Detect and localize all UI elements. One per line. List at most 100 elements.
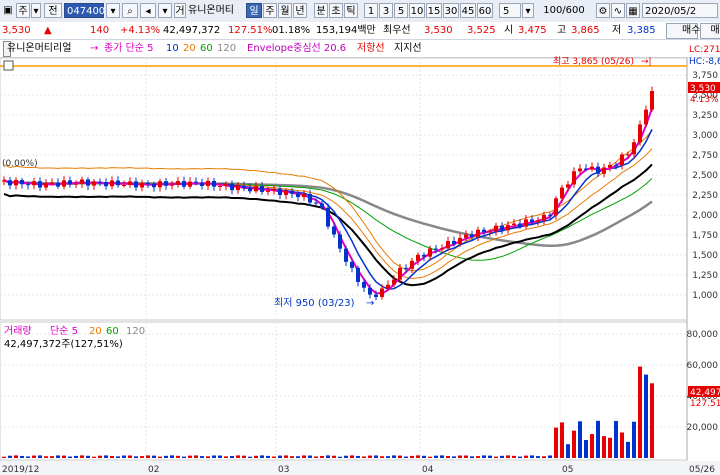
volume-bars bbox=[2, 366, 654, 458]
volume-label[interactable]: 거래량 bbox=[4, 325, 32, 337]
volume-bar bbox=[446, 456, 450, 458]
candle-body bbox=[530, 219, 534, 223]
candle-body bbox=[368, 287, 372, 295]
candle-body bbox=[242, 185, 246, 188]
volume-bar bbox=[188, 455, 192, 458]
candle-body bbox=[386, 284, 390, 289]
candle-body bbox=[164, 181, 168, 186]
candle-body bbox=[398, 267, 402, 280]
candle-body bbox=[200, 182, 204, 186]
volume-ma-label[interactable]: 단순 5 bbox=[50, 325, 78, 337]
volume-bar bbox=[254, 455, 258, 458]
price-panel-frame bbox=[0, 57, 688, 321]
candle-body bbox=[458, 237, 462, 245]
candle-body bbox=[344, 248, 348, 262]
candle-body bbox=[638, 124, 642, 143]
volume-bar bbox=[644, 374, 648, 458]
volume-bar bbox=[554, 427, 558, 458]
candle-body bbox=[152, 183, 156, 188]
y-tick-label: 2,750 bbox=[692, 151, 718, 161]
volume-bar bbox=[650, 383, 654, 458]
volume-bar bbox=[536, 456, 540, 458]
candle-body bbox=[206, 180, 210, 186]
volume-bar bbox=[200, 456, 204, 458]
volume-bar bbox=[470, 456, 474, 458]
volume-bar bbox=[368, 455, 372, 458]
volume-bar bbox=[602, 436, 606, 458]
volume-bar bbox=[596, 420, 600, 458]
volume-bar bbox=[14, 455, 18, 458]
candle-body bbox=[92, 181, 96, 186]
candle-body bbox=[218, 185, 222, 187]
volume-bar bbox=[542, 456, 546, 458]
candle-body bbox=[182, 181, 186, 187]
volume-bar bbox=[482, 455, 486, 458]
volume-bar bbox=[506, 455, 510, 458]
price-chart[interactable]: 최고 3,865 (05/26) →| (0.00%) 최저 950 (03/2… bbox=[0, 0, 720, 475]
volume-bar bbox=[236, 455, 240, 458]
volume-bar bbox=[386, 456, 390, 458]
candle-body bbox=[56, 182, 60, 187]
candle-body bbox=[482, 229, 486, 233]
candle-body bbox=[560, 187, 564, 199]
candle-body bbox=[584, 168, 588, 170]
candle-body bbox=[8, 180, 12, 186]
volume-bar bbox=[2, 456, 6, 458]
candle-body bbox=[188, 181, 192, 187]
candle-body bbox=[332, 226, 336, 235]
x-tick-label: 02 bbox=[148, 465, 159, 475]
volume-bar bbox=[626, 441, 630, 458]
candle-body bbox=[620, 154, 624, 166]
volume-bar bbox=[404, 456, 408, 458]
candle-body bbox=[542, 214, 546, 221]
volume-bar bbox=[560, 422, 564, 458]
volume-bar bbox=[230, 456, 234, 458]
low-arrow-icon: → bbox=[366, 298, 374, 309]
volume-bar bbox=[344, 455, 348, 458]
volume-bar bbox=[134, 456, 138, 458]
y-tick-label: 1,000 bbox=[692, 291, 718, 301]
volume-tick-label: 20,000 bbox=[687, 423, 719, 433]
candle-body bbox=[140, 183, 144, 188]
volume-bar bbox=[260, 455, 264, 458]
candle-body bbox=[524, 219, 528, 227]
volume-ma-120[interactable]: 120 bbox=[126, 326, 145, 337]
y-tick-label: 3,250 bbox=[692, 111, 718, 121]
volume-bar bbox=[638, 366, 642, 458]
volume-ma-20[interactable]: 20 bbox=[89, 326, 102, 337]
candle-body bbox=[362, 281, 366, 288]
candle-body bbox=[356, 267, 360, 282]
x-tick-label: 05/26 bbox=[689, 465, 715, 475]
candle-body bbox=[572, 171, 576, 185]
candle-body bbox=[272, 188, 276, 191]
volume-bar bbox=[530, 455, 534, 458]
volume-bar bbox=[302, 455, 306, 458]
volume-bar bbox=[122, 455, 126, 458]
volume-bar bbox=[392, 455, 396, 458]
candle-body bbox=[626, 154, 630, 156]
volume-bar bbox=[416, 455, 420, 458]
volume-bar bbox=[272, 456, 276, 458]
candle-body bbox=[446, 240, 450, 249]
volume-bar bbox=[86, 455, 90, 458]
volume-bar bbox=[458, 455, 462, 458]
volume-bar bbox=[290, 456, 294, 458]
panel-toggle-icon[interactable] bbox=[3, 60, 14, 71]
volume-bar bbox=[284, 455, 288, 458]
candle-body bbox=[50, 182, 54, 184]
volume-ma-60[interactable]: 60 bbox=[106, 326, 119, 337]
volume-bar bbox=[194, 455, 198, 458]
candle-body bbox=[104, 181, 108, 187]
candle-body bbox=[374, 294, 378, 297]
candle-body bbox=[536, 220, 540, 223]
y-tick-label: 3,750 bbox=[692, 71, 718, 81]
candle-body bbox=[596, 166, 600, 174]
lc-value: LC:271, bbox=[689, 45, 720, 55]
volume-bar bbox=[140, 456, 144, 458]
volume-bar bbox=[296, 456, 300, 458]
volume-y-axis: 80,00060,00040,00020,000 bbox=[687, 330, 719, 433]
volume-bar bbox=[590, 434, 594, 458]
y-tick-label: 2,000 bbox=[692, 211, 718, 221]
volume-bar bbox=[44, 456, 48, 458]
volume-bar bbox=[620, 432, 624, 458]
